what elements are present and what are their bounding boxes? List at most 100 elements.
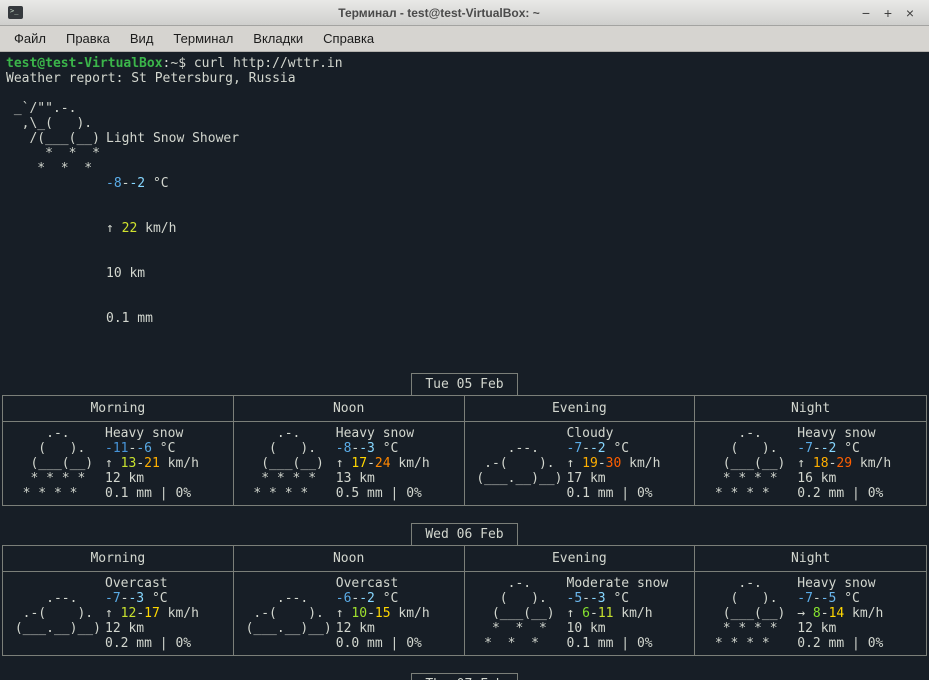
forecast-table: MorningNoonEveningNight .--. .-( ). (___…	[2, 545, 927, 656]
current-weather-art: _`/"".-. ,\_( ). /(___(__) * * * * * *	[6, 101, 106, 356]
visibility: 12 km	[105, 621, 231, 636]
maximize-button[interactable]: +	[877, 0, 899, 26]
title-bar[interactable]: Терминал - test@test-VirtualBox: ~ − + ×	[0, 0, 929, 26]
current-condition-label: Light Snow Shower	[106, 131, 239, 146]
wind-separator: -	[590, 606, 598, 621]
cell-info: Overcast-7--3 °C↑ 12-17 km/h12 km0.2 mm …	[105, 576, 231, 651]
terminal-screen[interactable]: test@test-VirtualBox:~$ curl http://wttr…	[0, 52, 929, 680]
cell-info: Heavy snow-11--6 °C↑ 13-21 km/h12 km0.1 …	[105, 426, 231, 501]
temp-unit: °C	[375, 441, 398, 456]
wind-direction-arrow: ↑	[105, 456, 121, 471]
wind-unit: km/h	[160, 606, 199, 621]
forecast-cell: .--. .-( ). (___.__)__) Overcast-7--3 °C…	[3, 572, 234, 655]
precipitation: 0.2 mm | 0%	[105, 636, 231, 651]
condition-label: Moderate snow	[567, 576, 693, 591]
menu-terminal[interactable]: Терминал	[163, 27, 243, 50]
menu-file[interactable]: Файл	[4, 27, 56, 50]
precipitation: 0.1 mm | 0%	[567, 486, 693, 501]
date-box: Wed 06 Feb	[411, 523, 517, 546]
wind-speed-high: 30	[606, 456, 622, 471]
weather-art: .-. ( ). (___(__) * * * * * * * *	[699, 576, 797, 651]
wind-direction-arrow: ↑	[106, 221, 122, 236]
temp-low: -7	[797, 591, 813, 606]
prompt-user-host: test@test-VirtualBox	[6, 56, 163, 71]
wind-unit: km/h	[391, 606, 430, 621]
condition-label: Overcast	[105, 576, 231, 591]
wind-speed-high: 29	[836, 456, 852, 471]
temp-low: -11	[105, 441, 128, 456]
current-visibility: 10 km	[106, 266, 239, 281]
weather-art: .-. ( ). (___(__) * * * * * * * *	[699, 426, 797, 501]
wind-separator: -	[598, 456, 606, 471]
wind: ↑ 19-30 km/h	[567, 456, 693, 471]
temp-separator: -	[813, 591, 821, 606]
forecast-cell: .-. ( ). (___(__) * * * * * * Moderate s…	[465, 572, 696, 655]
temp-separator: -	[813, 441, 821, 456]
wind-speed-low: 18	[813, 456, 829, 471]
temp-low: -7	[797, 441, 813, 456]
visibility: 13 km	[336, 471, 462, 486]
wind-direction-arrow: ↑	[567, 606, 583, 621]
temperature: -7--5 °C	[797, 591, 924, 606]
visibility: 17 km	[567, 471, 693, 486]
command-line: test@test-VirtualBox:~$ curl http://wttr…	[2, 56, 927, 71]
command-text: curl http://wttr.in	[194, 56, 343, 71]
wind-speed-high: 14	[829, 606, 845, 621]
temp-low: -8	[336, 441, 352, 456]
temperature: -7--2 °C	[797, 441, 924, 456]
temp-high: -5	[821, 591, 837, 606]
visibility: 12 km	[797, 621, 924, 636]
wind-direction-arrow: →	[797, 606, 813, 621]
temp-unit: °C	[836, 441, 859, 456]
minimize-button[interactable]: −	[855, 0, 877, 26]
forecast-cell: .--. .-( ). (___.__)__) Cloudy-7--2 °C↑ …	[465, 422, 696, 505]
menu-bar: Файл Правка Вид Терминал Вкладки Справка	[0, 26, 929, 52]
temp-unit: °C	[375, 591, 398, 606]
temp-low: -5	[567, 591, 583, 606]
temp-unit: °C	[606, 441, 629, 456]
precipitation: 0.1 mm | 0%	[567, 636, 693, 651]
menu-view[interactable]: Вид	[120, 27, 164, 50]
cell-info: Overcast-6--2 °C↑ 10-15 km/h12 km0.0 mm …	[336, 576, 462, 651]
temp-separator: -	[582, 591, 590, 606]
wind: ↑ 10-15 km/h	[336, 606, 462, 621]
wind-speed-high: 17	[144, 606, 160, 621]
column-header-evening: Evening	[465, 546, 696, 572]
menu-help[interactable]: Справка	[313, 27, 384, 50]
terminal-app-icon	[8, 6, 23, 19]
temperature: -11--6 °C	[105, 441, 231, 456]
wind-separator: -	[821, 606, 829, 621]
wind-speed-high: 21	[144, 456, 160, 471]
wind-separator: -	[367, 606, 375, 621]
wind-direction-arrow: ↑	[105, 606, 121, 621]
temp-low: -8	[106, 176, 122, 191]
wind: ↑ 6-11 km/h	[567, 606, 693, 621]
temp-high: -2	[359, 591, 375, 606]
column-header-morning: Morning	[3, 396, 234, 422]
wind: ↑ 18-29 km/h	[797, 456, 924, 471]
wind-direction-arrow: ↑	[567, 456, 583, 471]
wind-speed-low: 17	[351, 456, 367, 471]
column-header-night: Night	[695, 396, 926, 422]
forecast-cell: .-. ( ). (___(__) * * * * * * * * Heavy …	[695, 572, 926, 655]
weather-art: .--. .-( ). (___.__)__)	[238, 576, 336, 651]
wind-unit: km/h	[852, 456, 891, 471]
forecast-cell: .--. .-( ). (___.__)__) Overcast-6--2 °C…	[234, 572, 465, 655]
close-button[interactable]: ×	[899, 0, 921, 26]
visibility: 12 km	[336, 621, 462, 636]
precipitation: 0.0 mm | 0%	[336, 636, 462, 651]
wind-speed-low: 8	[813, 606, 821, 621]
wind: ↑ 13-21 km/h	[105, 456, 231, 471]
menu-tabs[interactable]: Вкладки	[243, 27, 313, 50]
temp-high: -3	[590, 591, 606, 606]
wind-speed: 22	[122, 221, 138, 236]
temperature: -8--3 °C	[336, 441, 462, 456]
temp-unit: °C	[145, 176, 168, 191]
forecast-cell: .-. ( ). (___(__) * * * * * * * * Heavy …	[234, 422, 465, 505]
date-box: Tue 05 Feb	[411, 373, 517, 396]
wind-speed-high: 11	[598, 606, 614, 621]
column-header-morning: Morning	[3, 546, 234, 572]
temp-high: -2	[129, 176, 145, 191]
menu-edit[interactable]: Правка	[56, 27, 120, 50]
temp-separator: -	[582, 441, 590, 456]
